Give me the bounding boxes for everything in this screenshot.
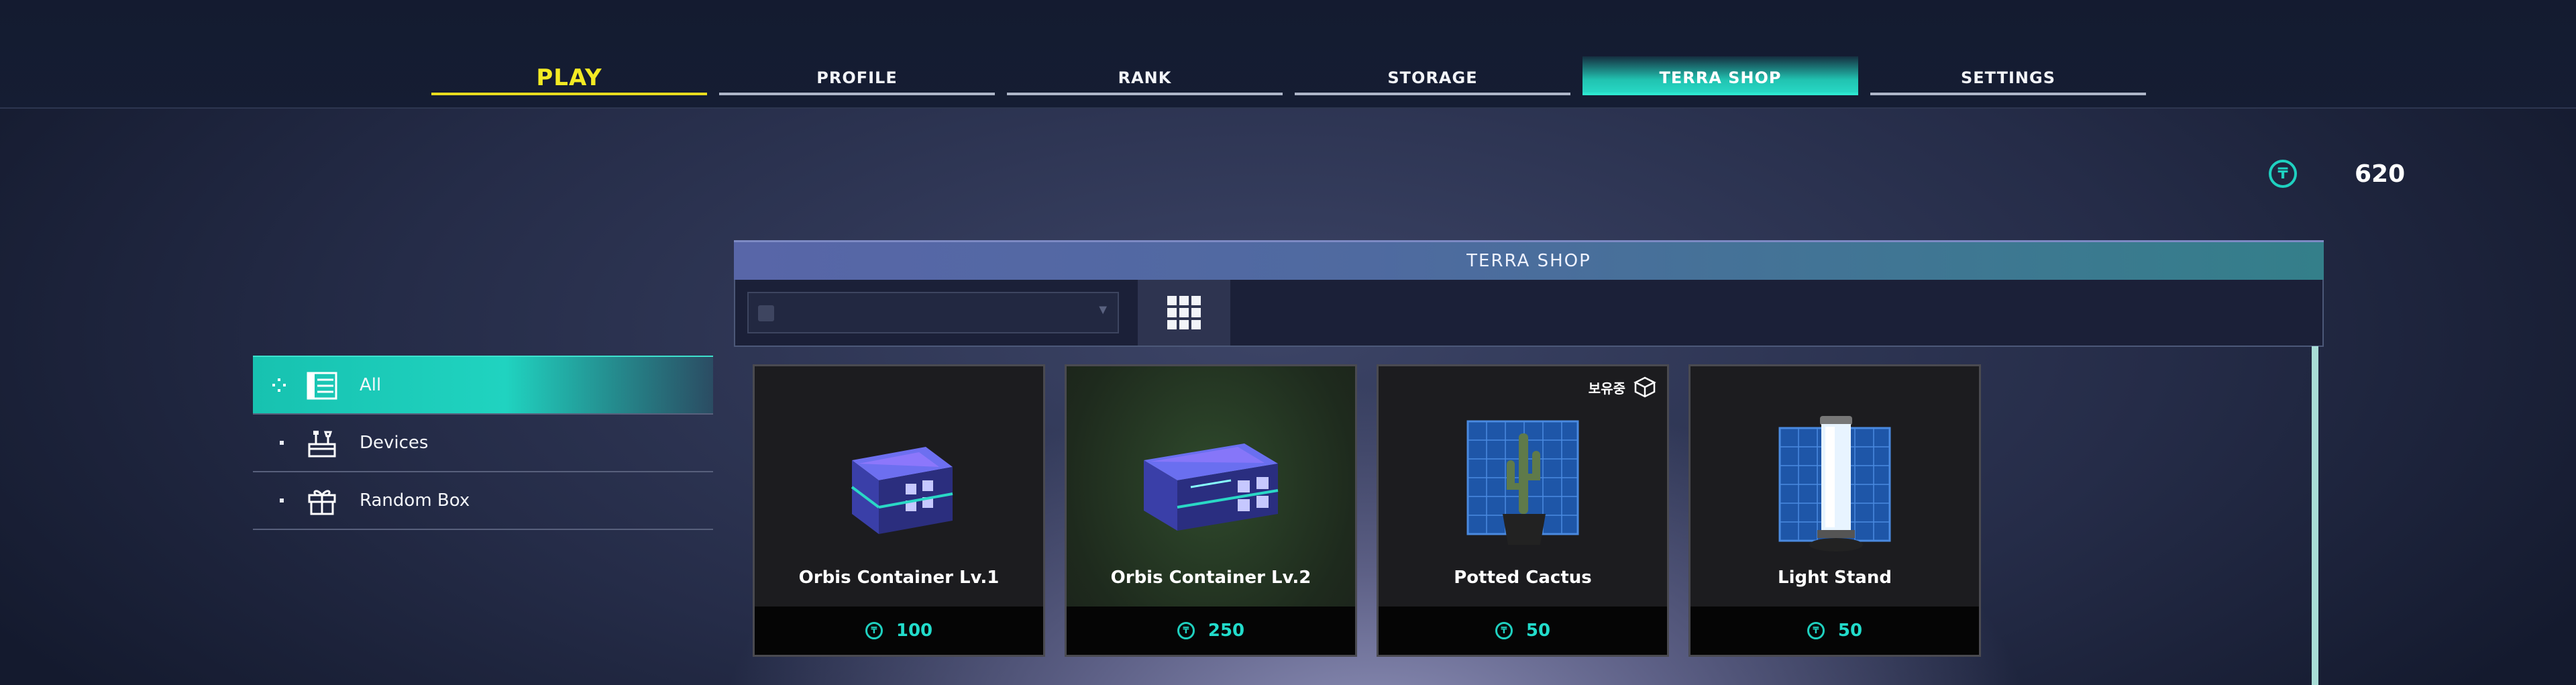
tab-play[interactable]: PLAY bbox=[431, 56, 707, 95]
shop-scrollbar[interactable] bbox=[2312, 346, 2318, 685]
category-all[interactable]: All bbox=[253, 356, 713, 413]
item-name: Light Stand bbox=[1778, 568, 1892, 588]
tab-play-label: PLAY bbox=[536, 64, 602, 91]
shop-panel-header: TERRA SHOP bbox=[734, 240, 2324, 280]
shop-title: TERRA SHOP bbox=[1466, 251, 1591, 271]
category-random-box-label: Random Box bbox=[360, 490, 470, 511]
shop-item-card[interactable]: Orbis Container Lv.2 ₸ 250 bbox=[1065, 364, 1357, 657]
gift-icon bbox=[307, 486, 337, 517]
tab-terra-shop[interactable]: TERRA SHOP bbox=[1582, 56, 1858, 95]
orbis-container-lv2-image bbox=[1067, 413, 1355, 554]
category-sidebar: All Devices Random Box bbox=[253, 356, 713, 530]
item-name: Orbis Container Lv.1 bbox=[798, 568, 1000, 588]
category-devices-label: Devices bbox=[360, 433, 429, 453]
currency-display: ₸ 620 bbox=[2269, 160, 2405, 188]
terra-coin-icon: ₸ bbox=[1177, 622, 1195, 639]
category-random-box[interactable]: Random Box bbox=[253, 471, 713, 530]
bullet-icon bbox=[280, 441, 284, 445]
item-name: Orbis Container Lv.2 bbox=[1110, 568, 1311, 588]
bullet-icon bbox=[280, 498, 284, 503]
item-price-value: 50 bbox=[1525, 621, 1551, 641]
shop-item-card[interactable]: Orbis Container Lv.1 ₸ 100 bbox=[753, 364, 1045, 657]
grid-view-button[interactable] bbox=[1138, 280, 1230, 346]
terra-coin-icon: ₸ bbox=[865, 622, 883, 639]
tab-storage-label: STORAGE bbox=[1387, 68, 1478, 87]
tab-rank[interactable]: RANK bbox=[1007, 56, 1283, 95]
potted-cactus-image bbox=[1379, 413, 1667, 554]
light-stand-image bbox=[1690, 413, 1979, 554]
shop-item-grid: Orbis Container Lv.1 ₸ 100 Orbis Contain… bbox=[753, 364, 1981, 657]
terra-coin-icon: ₸ bbox=[2269, 160, 2297, 188]
tab-terra-shop-label: TERRA SHOP bbox=[1659, 68, 1782, 87]
list-icon bbox=[307, 370, 337, 401]
tab-profile[interactable]: PROFILE bbox=[719, 56, 995, 95]
terra-coin-icon: ₸ bbox=[1807, 622, 1825, 639]
top-nav-bar: PLAY PROFILE RANK STORAGE TERRA SHOP SET… bbox=[0, 0, 2576, 109]
owned-badge: 보유중 bbox=[1589, 376, 1656, 399]
tab-settings[interactable]: SETTINGS bbox=[1870, 56, 2146, 95]
selected-indicator-icon bbox=[272, 378, 286, 392]
item-price-value: 50 bbox=[1837, 621, 1863, 641]
orbis-container-lv1-image bbox=[755, 413, 1043, 554]
tools-icon bbox=[307, 428, 337, 459]
item-price-value: 100 bbox=[896, 621, 933, 641]
tab-storage[interactable]: STORAGE bbox=[1295, 56, 1570, 95]
grid-view-icon bbox=[1167, 296, 1201, 329]
filter-checkbox[interactable] bbox=[758, 305, 774, 321]
item-price: ₸ 50 bbox=[1379, 607, 1667, 655]
category-devices[interactable]: Devices bbox=[253, 413, 713, 471]
tab-profile-label: PROFILE bbox=[816, 68, 898, 87]
filter-dropdown[interactable]: ▼ bbox=[747, 292, 1119, 333]
currency-amount: 620 bbox=[2355, 160, 2406, 188]
item-price: ₸ 50 bbox=[1690, 607, 1979, 655]
shop-item-card[interactable]: 보유중 Potted Cactus ₸ 50 bbox=[1377, 364, 1669, 657]
item-price-value: 250 bbox=[1208, 621, 1245, 641]
item-price: ₸ 100 bbox=[755, 607, 1043, 655]
item-name: Potted Cactus bbox=[1454, 568, 1592, 588]
category-all-label: All bbox=[360, 375, 382, 395]
chevron-down-icon: ▼ bbox=[1096, 303, 1110, 317]
item-price: ₸ 250 bbox=[1067, 607, 1355, 655]
owned-label: 보유중 bbox=[1588, 380, 1625, 397]
shop-item-card[interactable]: Light Stand ₸ 50 bbox=[1688, 364, 1981, 657]
box-icon bbox=[1633, 376, 1656, 398]
tab-rank-label: RANK bbox=[1118, 68, 1172, 87]
shop-toolbar: ▼ bbox=[734, 280, 2324, 347]
tab-settings-label: SETTINGS bbox=[1961, 68, 2055, 87]
terra-coin-icon: ₸ bbox=[1495, 622, 1513, 639]
main-tabs: PLAY PROFILE RANK STORAGE TERRA SHOP SET… bbox=[431, 56, 2146, 95]
